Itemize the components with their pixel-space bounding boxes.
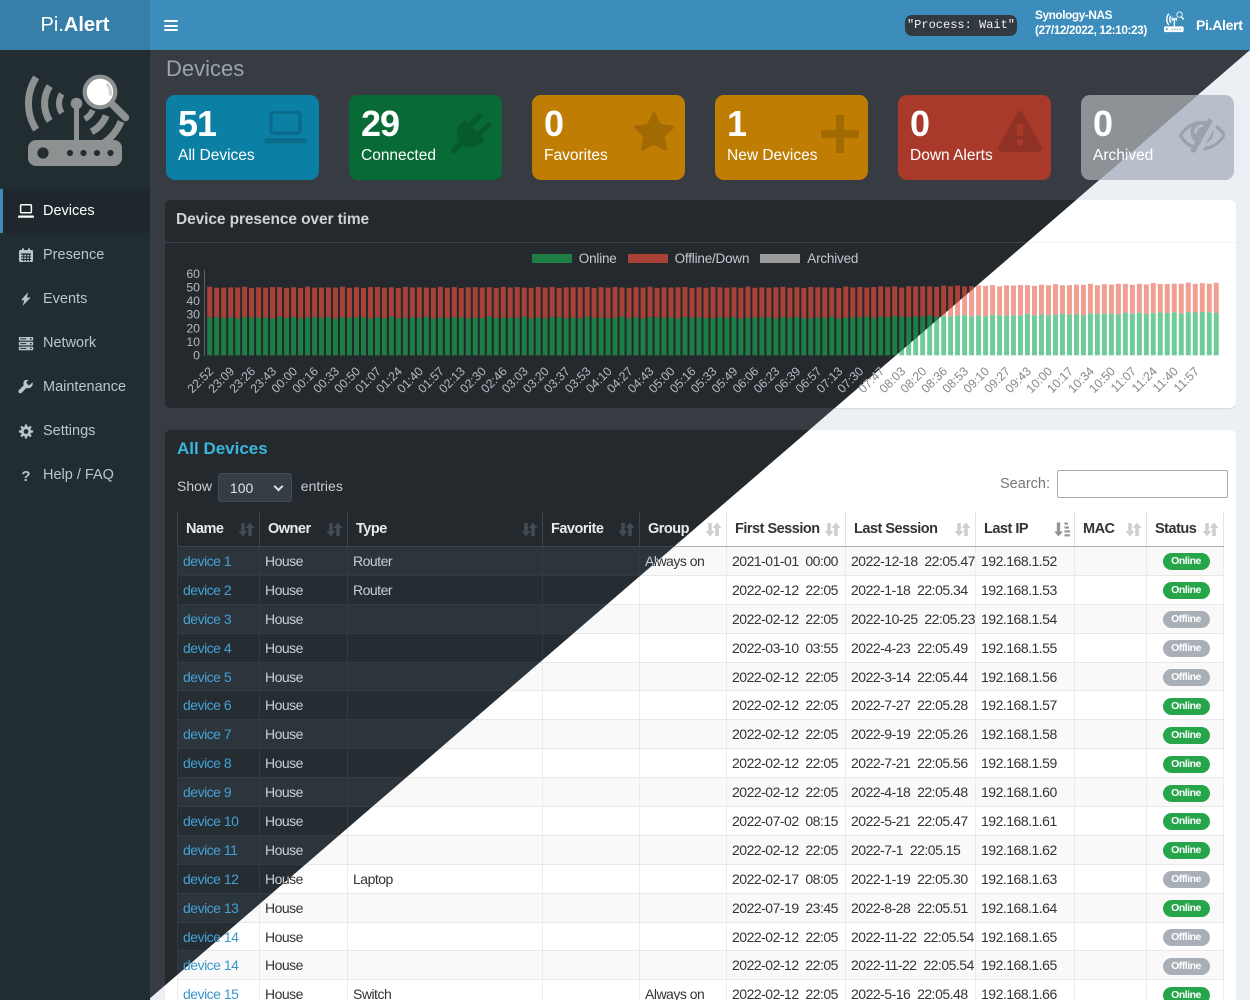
svg-text:?: ? [21,468,30,483]
svg-text:20: 20 [186,321,200,335]
svg-text:30: 30 [186,308,200,322]
svg-text:10: 10 [186,335,200,349]
svg-text:50: 50 [186,280,200,294]
svg-text:60: 60 [186,267,200,281]
svg-text:40: 40 [186,294,200,308]
svg-text:0: 0 [193,349,200,363]
